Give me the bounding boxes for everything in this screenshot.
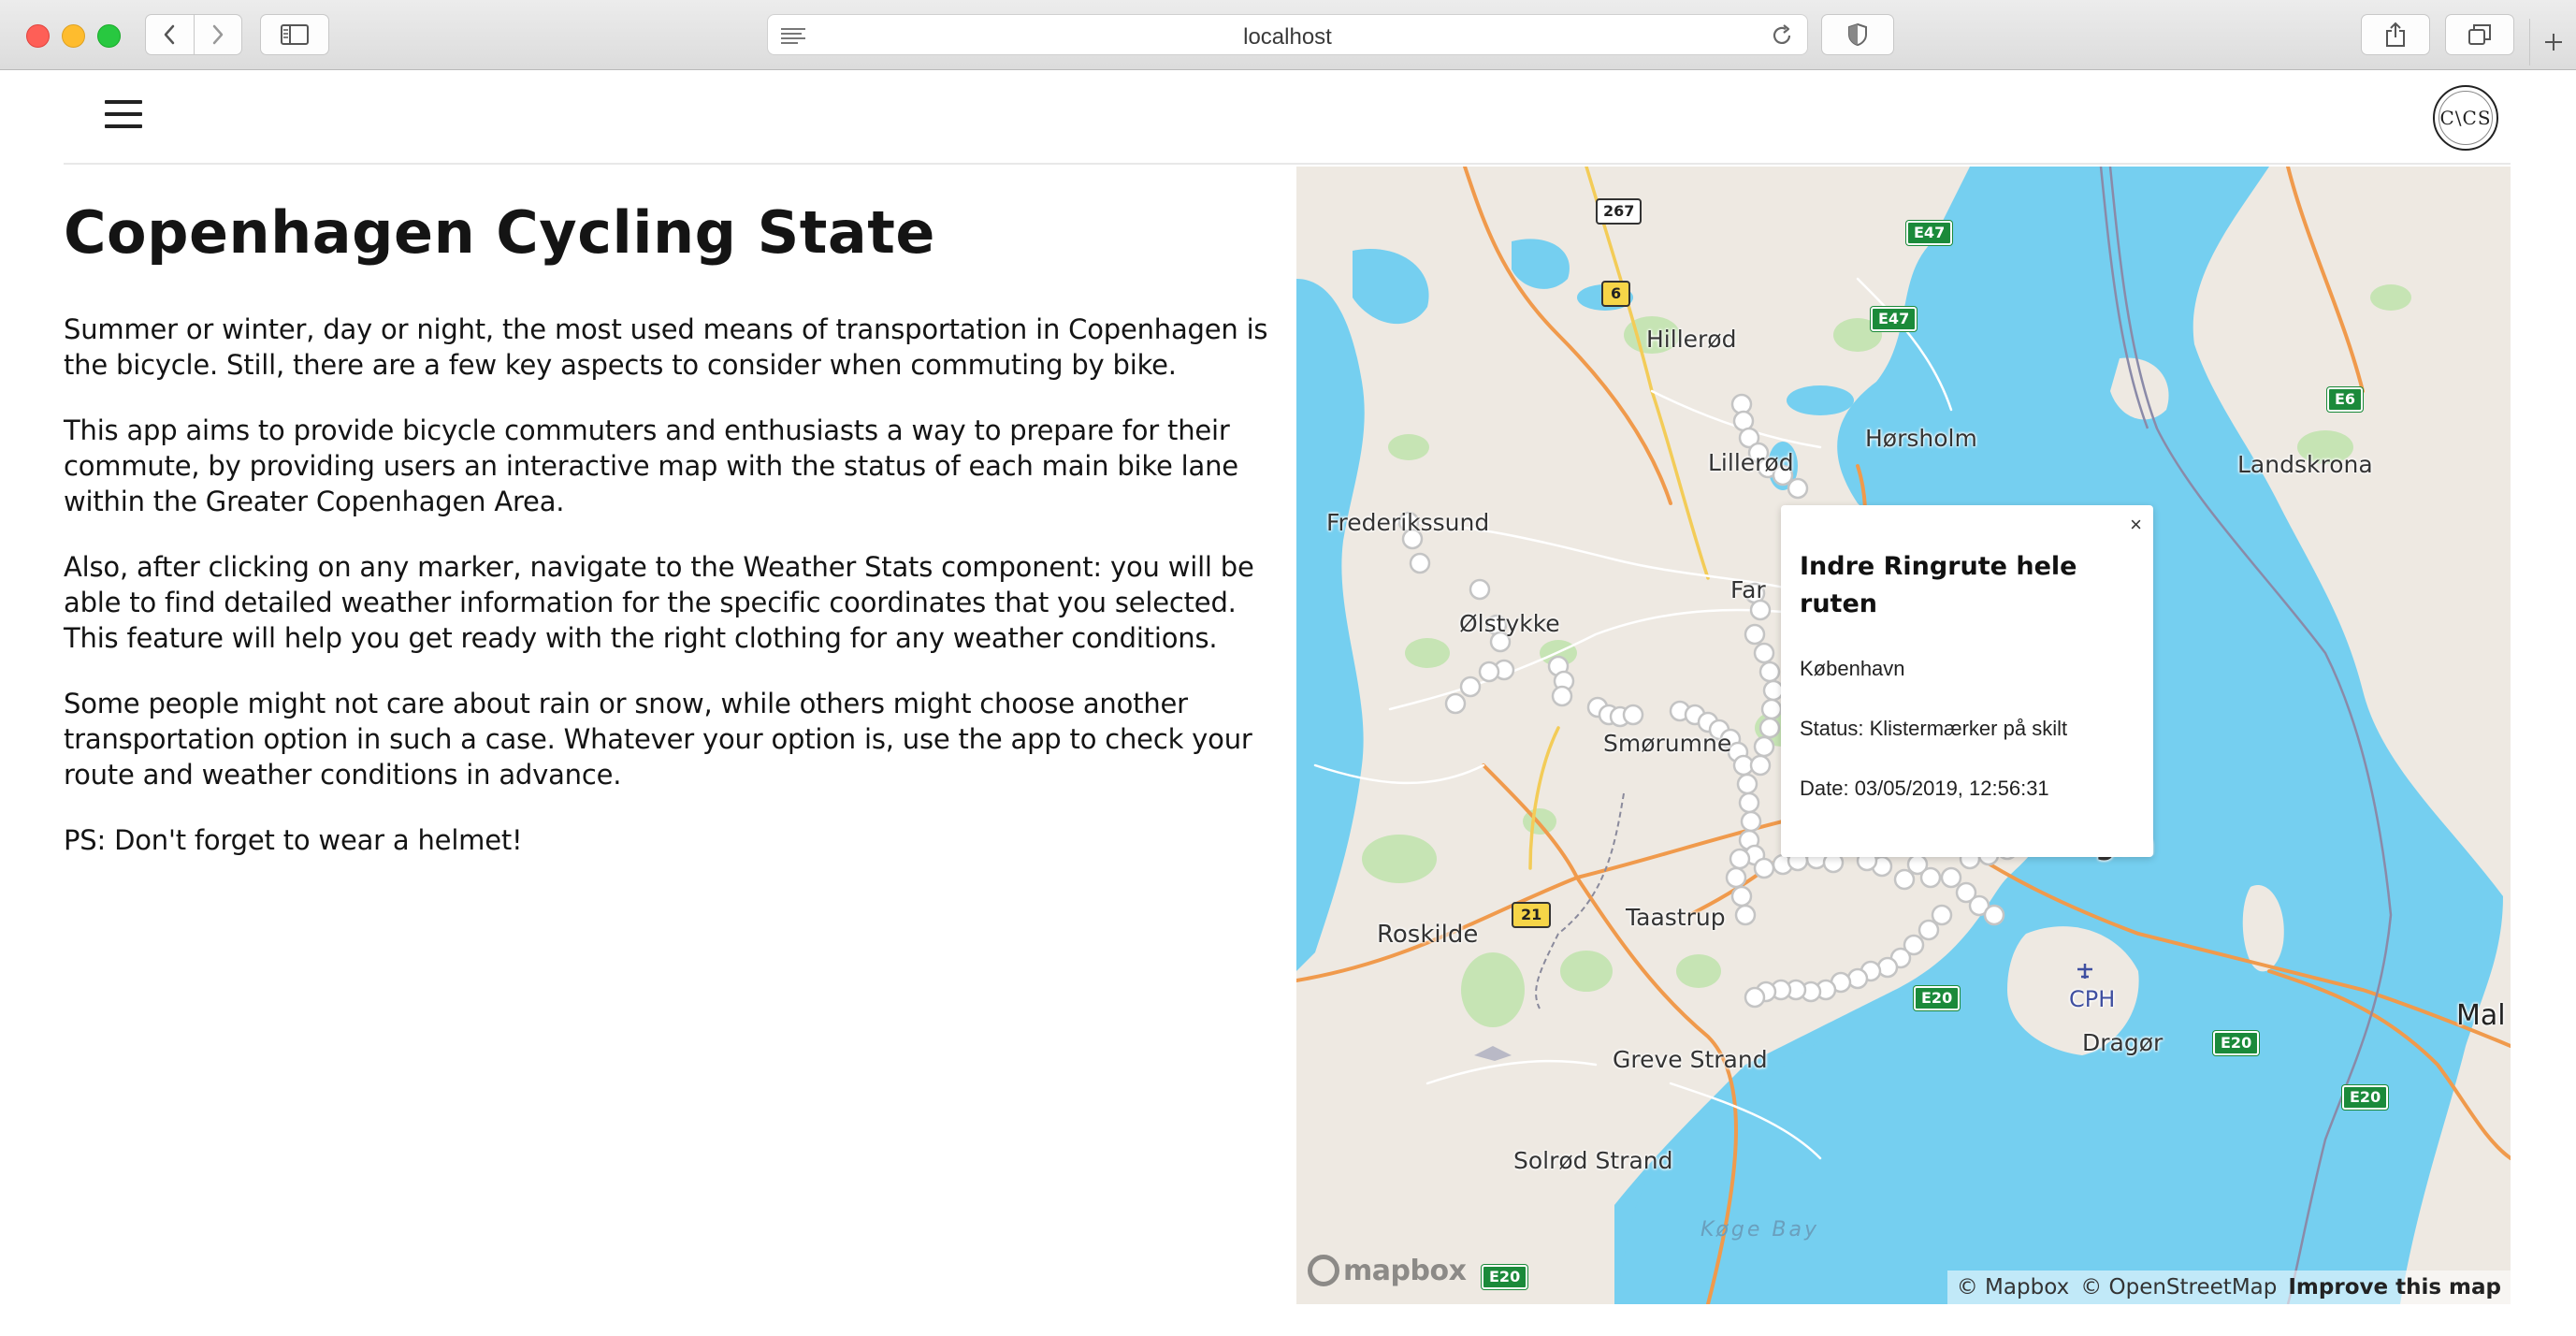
privacy-report-button[interactable] — [1821, 14, 1894, 55]
map-label-greve: Greve Strand — [1613, 1046, 1768, 1073]
sidebar-toggle-button[interactable] — [260, 14, 329, 55]
back-button[interactable] — [146, 15, 194, 54]
app-header: C\CS — [64, 70, 2511, 165]
tab-overview-button[interactable] — [2445, 14, 2514, 55]
attribution-osm-link[interactable]: © OpenStreetMap — [2080, 1275, 2277, 1300]
map-label-smorum: Smørumne — [1603, 730, 1732, 757]
mapbox-wordmark: mapbox — [1343, 1254, 1467, 1287]
map-label-dragor: Dragør — [2082, 1029, 2164, 1056]
fullscreen-window-button[interactable] — [97, 24, 121, 48]
map-label-malmo: Mal — [2456, 999, 2506, 1032]
route-shield-e20: E20 — [1482, 1265, 1528, 1289]
route-shield-e47: E47 — [1871, 307, 1918, 331]
route-shield-e20: E20 — [2342, 1085, 2389, 1110]
map-label-roskilde: Roskilde — [1377, 921, 1479, 949]
page-title: Copenhagen Cycling State — [64, 198, 935, 267]
attribution-mapbox-link[interactable]: © Mapbox — [1957, 1275, 2069, 1300]
shield-icon — [1848, 22, 1867, 47]
map-label-farum: Far — [1730, 576, 1766, 603]
forward-button[interactable] — [194, 15, 241, 54]
route-shield-e6: E6 — [2327, 387, 2364, 412]
route-shield-21: 21 — [1512, 902, 1552, 928]
intro-paragraph: PS: Don't forget to wear a helmet! — [64, 824, 523, 857]
intro-paragraph: Summer or winter, day or night, the most… — [64, 313, 1268, 382]
sidebar-icon — [281, 24, 309, 45]
route-shield-e47: E47 — [1906, 221, 1953, 245]
popup-city: København — [1800, 657, 1905, 680]
minimize-window-button[interactable] — [62, 24, 85, 48]
chevron-left-icon — [165, 24, 175, 45]
share-icon — [2386, 22, 2405, 47]
map-attribution: © Mapbox © OpenStreetMap Improve this ma… — [1946, 1271, 2511, 1304]
route-shield-e20: E20 — [2213, 1031, 2260, 1055]
map-label-frederikssund: Frederikssund — [1326, 509, 1490, 536]
url-text: localhost — [1243, 24, 1332, 50]
menu-button[interactable] — [105, 100, 142, 132]
history-nav — [145, 14, 242, 55]
menu-icon — [105, 100, 142, 104]
map-label-horsholm: Hørsholm — [1865, 425, 1977, 452]
intro-paragraph: Some people might not care about rain or… — [64, 688, 1252, 791]
map-label-solrod: Solrød Strand — [1513, 1147, 1673, 1174]
map-label-cph: CPH — [2069, 986, 2116, 1012]
intro-paragraph: This app aims to provide bicycle commute… — [64, 414, 1238, 518]
route-shield-6: 6 — [1601, 281, 1631, 307]
popup-date: Date: 03/05/2019, 12:56:31 — [1800, 777, 2049, 800]
map-label-taastrup: Taastrup — [1626, 904, 1726, 931]
mapbox-logo[interactable]: mapbox — [1308, 1252, 1467, 1289]
map[interactable]: Hillerød Hørsholm Landskrona Frederikssu… — [1296, 167, 2511, 1304]
popup-title: Indre Ringrute hele ruten — [1800, 552, 2077, 618]
map-label-landskrona: Landskrona — [2237, 451, 2373, 478]
intro-section: Copenhagen Cycling State Summer or winte… — [64, 198, 1280, 888]
address-bar[interactable]: localhost — [767, 14, 1808, 55]
route-shield-e20: E20 — [1914, 986, 1961, 1010]
map-label-hillerod: Hillerød — [1646, 326, 1737, 353]
popup-close-button[interactable]: × — [2130, 513, 2142, 537]
share-button[interactable] — [2361, 14, 2430, 55]
route-shield-267: 267 — [1596, 198, 1643, 225]
map-label-olstykke: Ølstykke — [1459, 610, 1560, 637]
map-label-koge-bay: Køge Bay — [1700, 1218, 1819, 1242]
app-logo[interactable]: C\CS — [2433, 85, 2498, 151]
reload-icon[interactable] — [1770, 23, 1794, 48]
map-label-lillerod: Lillerød — [1708, 449, 1794, 476]
mapbox-icon — [1308, 1255, 1339, 1286]
popup-status: Status: Klistermærker på skilt — [1800, 717, 2068, 740]
plus-icon — [2545, 34, 2562, 51]
new-tab-button[interactable] — [2529, 19, 2576, 65]
improve-map-link[interactable]: Improve this map — [2288, 1275, 2501, 1300]
tabs-icon — [2468, 24, 2491, 45]
close-window-button[interactable] — [26, 24, 50, 48]
browser-toolbar: localhost — [0, 0, 2576, 70]
chevron-right-icon — [212, 24, 223, 45]
intro-paragraph: Also, after clicking on any marker, navi… — [64, 551, 1254, 655]
marker-popup: × Indre Ringrute hele ruten København St… — [1781, 505, 2153, 857]
